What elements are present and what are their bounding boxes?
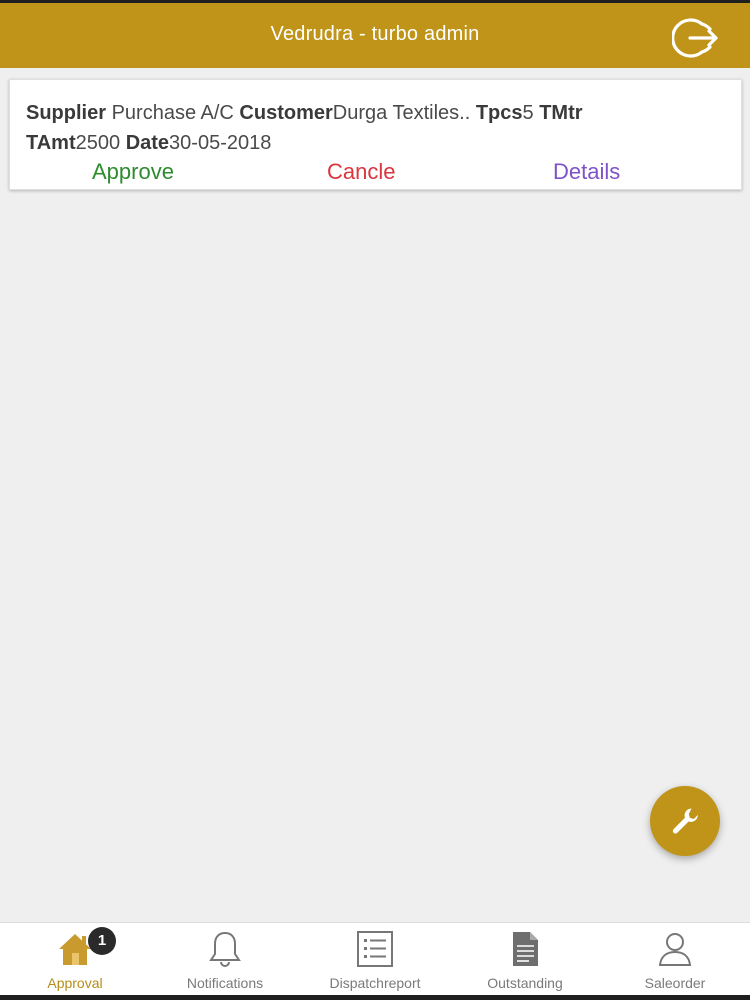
app-title: Vedrudra - turbo admin	[270, 23, 480, 45]
wrench-icon	[672, 808, 698, 834]
approval-card-details: Supplier Purchase A/C CustomerDurga Text…	[26, 98, 726, 158]
card-actions: Approve Cancle Details	[10, 159, 743, 187]
date-label: Date	[125, 132, 170, 154]
bottom-edge	[0, 995, 750, 1000]
tab-saleorder[interactable]: Saleorder	[600, 923, 750, 996]
tpcs-value: 5	[522, 102, 540, 124]
customer-label: Customer	[239, 102, 333, 124]
supplier-value: Purchase A/C	[106, 102, 240, 124]
logout-button[interactable]	[672, 16, 720, 60]
customer-value: Durga Textiles..	[332, 102, 476, 124]
tab-label: Notifications	[186, 975, 264, 991]
tpcs-label: Tpcs	[475, 102, 523, 124]
document-icon	[513, 932, 538, 966]
tamt-value: 2500	[75, 132, 126, 154]
list-icon	[357, 931, 393, 967]
supplier-label: Supplier	[26, 102, 107, 124]
tab-label: Outstanding	[487, 975, 563, 991]
tamt-label: TAmt	[26, 132, 76, 154]
tab-notifications[interactable]: Notifications	[150, 923, 300, 996]
approve-button[interactable]: Approve	[92, 159, 174, 185]
tab-dispatchreport[interactable]: Dispatchreport	[300, 923, 450, 996]
tab-label: Approval	[47, 975, 103, 991]
tab-label: Saleorder	[644, 975, 706, 991]
user-icon	[658, 933, 692, 966]
tmtr-label: TMtr	[539, 102, 583, 124]
app-header: Vedrudra - turbo admin	[0, 0, 750, 68]
tools-fab-button[interactable]	[650, 786, 720, 856]
bottom-tab-bar: 1 Approval Notifications Dispatchreport	[0, 922, 750, 996]
cancel-button[interactable]: Cancle	[327, 159, 395, 185]
approval-card: Supplier Purchase A/C CustomerDurga Text…	[9, 79, 742, 190]
bell-icon	[209, 931, 241, 967]
tab-label: Dispatchreport	[329, 975, 421, 991]
logout-icon	[672, 18, 718, 58]
approval-count-badge: 1	[88, 927, 116, 955]
tab-outstanding[interactable]: Outstanding	[450, 923, 600, 996]
date-value: 30-05-2018	[169, 132, 272, 154]
tab-approval[interactable]: 1 Approval	[0, 923, 150, 996]
details-button[interactable]: Details	[553, 159, 620, 185]
